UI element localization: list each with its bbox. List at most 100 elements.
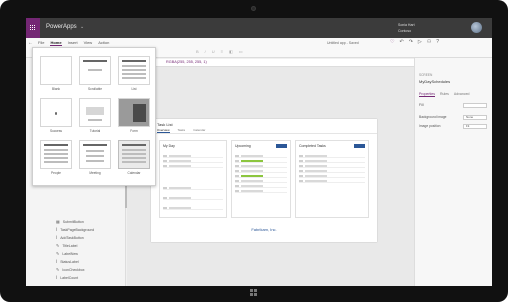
new-screen-gallery: Blank Scrollable List Success Tutorial F…: [32, 47, 156, 186]
screen-template-form[interactable]: Form: [118, 98, 150, 136]
design-canvas[interactable]: Task List Overview Tasks Calendar My Day: [127, 67, 414, 286]
undo-icon[interactable]: ↶: [399, 39, 403, 45]
back-arrow-icon[interactable]: ←: [28, 40, 33, 46]
completed-card[interactable]: Completed Tasks: [295, 140, 369, 218]
screen-template-scrollable[interactable]: Scrollable: [79, 56, 111, 94]
tree-item[interactable]: ✎ LabelNew: [56, 251, 78, 256]
list-item[interactable]: [163, 165, 223, 168]
list-item[interactable]: [235, 160, 287, 163]
chevron-down-icon[interactable]: ⌄: [80, 24, 84, 30]
ribbon-tabs: File Home Insert View Action: [38, 40, 109, 46]
list-item[interactable]: [163, 187, 223, 190]
screen-name: MyDaySchedules: [419, 79, 451, 84]
background-image-select[interactable]: None: [463, 115, 487, 120]
tab-action[interactable]: Action: [98, 40, 109, 46]
screen-template-calendar[interactable]: Calendar: [118, 140, 150, 178]
bold-icon[interactable]: B: [196, 49, 199, 54]
screen-template-list[interactable]: List: [118, 56, 150, 94]
tree-item[interactable]: ✎ IconCheckbox: [56, 267, 85, 272]
list-item[interactable]: [163, 197, 223, 200]
upcoming-card[interactable]: Upcoming: [231, 140, 291, 218]
windows-home-button[interactable]: [249, 288, 258, 297]
tab-insert[interactable]: Insert: [68, 40, 78, 46]
my-day-card[interactable]: My Day: [159, 140, 227, 218]
file-status: Untitled app - Saved: [327, 41, 359, 45]
list-item[interactable]: [235, 175, 287, 178]
list-item[interactable]: [299, 170, 365, 173]
screen-template-meeting[interactable]: Meeting: [79, 140, 111, 178]
avatar[interactable]: [471, 22, 482, 33]
redo-icon[interactable]: ↷: [409, 39, 413, 45]
add-task-button[interactable]: [354, 144, 365, 148]
list-item[interactable]: [163, 155, 223, 158]
tab-file[interactable]: File: [38, 40, 44, 46]
tree-item[interactable]: Ⅰ LabelCount: [56, 275, 78, 280]
list-item[interactable]: [299, 155, 365, 158]
template-label: People: [51, 171, 61, 175]
tab-view[interactable]: View: [84, 40, 93, 46]
user-org: Contoso: [398, 29, 412, 33]
tab-properties[interactable]: Properties: [419, 92, 435, 97]
tab-rules[interactable]: Rules: [440, 92, 449, 97]
text-icon: Ⅰ: [56, 235, 58, 240]
app-checker-icon[interactable]: ♡: [390, 39, 394, 45]
tree-item[interactable]: Ⅰ TaskPageBackground: [56, 227, 94, 232]
list-item[interactable]: [163, 207, 223, 210]
screen-template-tutorial[interactable]: Tutorial: [79, 98, 111, 136]
list-item[interactable]: [235, 190, 287, 193]
person-icon[interactable]: ⚇: [427, 39, 431, 45]
template-thumbnail: [40, 140, 72, 169]
template-thumbnail: [118, 56, 150, 85]
title-bar: PowerApps ⌄ Sonia Hart Contoso: [26, 18, 492, 38]
italic-icon[interactable]: /: [205, 49, 206, 54]
preview-tab-calendar[interactable]: Calendar: [193, 128, 205, 133]
app-screen: PowerApps ⌄ Sonia Hart Contoso ← File Ho…: [26, 18, 492, 286]
tree-item[interactable]: ▦ SubmitButton: [56, 219, 84, 224]
text-icon: Ⅰ: [56, 227, 58, 232]
screen-template-people[interactable]: People: [40, 140, 72, 178]
preview-footer: Fabrikam, Inc.: [251, 227, 277, 232]
tab-advanced[interactable]: Advanced: [454, 92, 470, 97]
app-launcher-button[interactable]: [26, 18, 40, 38]
preview-title: Task List: [157, 122, 173, 127]
list-item[interactable]: [163, 160, 223, 163]
preview-tab-tasks[interactable]: Tasks: [178, 128, 186, 133]
preview-tab-overview[interactable]: Overview: [157, 128, 170, 133]
template-label: List: [131, 87, 137, 91]
list-item[interactable]: [299, 160, 365, 163]
screen-template-success[interactable]: Success: [40, 98, 72, 136]
tree-item[interactable]: Ⅰ StatusLabel: [56, 259, 79, 264]
help-icon[interactable]: ?: [436, 39, 439, 45]
edit-icon: ✎: [56, 267, 60, 272]
list-item[interactable]: [235, 180, 287, 183]
align-icon[interactable]: ≡: [221, 49, 223, 54]
screen-template-blank[interactable]: Blank: [40, 56, 72, 94]
fill-color-picker[interactable]: [463, 103, 487, 108]
tree-item[interactable]: ✎ TitleLabel: [56, 243, 77, 248]
background-image-label: Background image: [419, 115, 447, 119]
properties-tabs: Properties Rules Advanced: [419, 92, 469, 97]
add-task-button[interactable]: [276, 144, 287, 148]
play-icon[interactable]: ▷: [418, 39, 422, 45]
tab-home[interactable]: Home: [50, 40, 62, 46]
list-item[interactable]: [235, 155, 287, 158]
list-item[interactable]: [299, 175, 365, 178]
app-name: PowerApps: [46, 24, 77, 30]
preview-tabs: Overview Tasks Calendar: [157, 128, 205, 133]
list-item[interactable]: [299, 180, 365, 183]
user-info[interactable]: Sonia Hart Contoso: [398, 22, 415, 34]
tablet-frame: PowerApps ⌄ Sonia Hart Contoso ← File Ho…: [0, 0, 508, 302]
underline-icon[interactable]: U: [212, 49, 215, 54]
list-item[interactable]: [235, 185, 287, 188]
waffle-icon: [30, 25, 36, 31]
list-item[interactable]: [235, 165, 287, 168]
list-item[interactable]: [235, 170, 287, 173]
image-position-select[interactable]: Fit: [463, 124, 487, 129]
fill-icon[interactable]: ◧: [229, 49, 233, 54]
list-item[interactable]: [299, 165, 365, 168]
app-preview-screen[interactable]: Task List Overview Tasks Calendar My Day: [151, 119, 377, 242]
tree-item[interactable]: Ⅰ AddTaskButton: [56, 235, 84, 240]
formula-bar[interactable]: RGBA(255, 255, 255, 1): [154, 59, 414, 67]
formula-text: RGBA(255, 255, 255, 1): [166, 60, 207, 64]
border-icon[interactable]: ▭: [239, 49, 243, 54]
